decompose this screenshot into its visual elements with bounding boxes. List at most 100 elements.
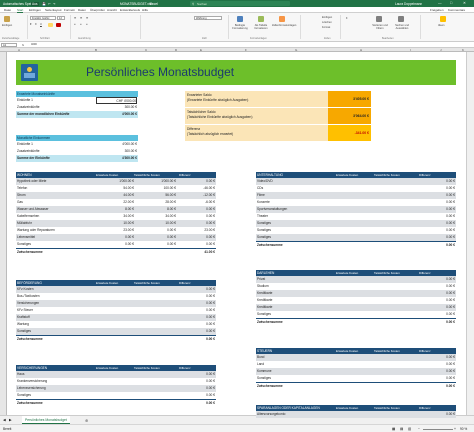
income-value[interactable]: CHF 4'000.00 [96,97,137,104]
column-header[interactable]: K [462,48,464,52]
formula-input[interactable]: 4000 [30,43,470,47]
zoom-slider[interactable] [423,428,453,430]
font-name-select[interactable]: Franklin Gothic [30,16,56,20]
expected-cost[interactable]: 8.00 € [96,206,134,213]
expected-cost[interactable]: 23.00 € [96,227,134,234]
fill-color-icon[interactable] [48,23,53,27]
autosum-icon[interactable]: Σ [346,17,348,20]
tab-ueberpruefen[interactable]: Überprüfen [90,8,105,12]
align-center-icon[interactable]: ≡ [80,23,82,26]
user-name[interactable]: Laura Doppelmann [395,2,422,6]
actual-cost[interactable]: 0.00 € [138,234,176,241]
expected-cost[interactable]: 1'000.00 € [96,178,134,185]
tab-formeln[interactable]: Formeln [64,8,75,12]
ideas-icon[interactable] [440,16,446,22]
close-icon[interactable]: ✕ [463,1,466,5]
column-header[interactable]: A [18,48,20,52]
align-bottom-icon[interactable]: ☰ [86,17,88,20]
actual-cost[interactable]: 34.00 € [138,213,176,220]
align-top-icon[interactable]: ☰ [74,17,76,20]
tab-datei[interactable]: Datei [4,8,11,12]
format-cells-button[interactable]: Format [322,26,330,29]
tab-daten[interactable]: Daten [78,8,86,12]
zoom-level[interactable]: 90 % [460,427,467,431]
income-value[interactable]: 4'300.00 € [96,155,137,162]
align-right-icon[interactable]: ≡ [86,23,88,26]
expected-cost[interactable]: 34.00 € [96,213,134,220]
cell-styles-icon[interactable] [279,16,285,22]
fx-icon[interactable]: fx [22,44,24,47]
insert-cells-button[interactable]: Einfügen [322,16,332,19]
column-header[interactable]: J [440,48,442,52]
balance-value[interactable]: 3'064.00 € [328,108,371,124]
bold-button[interactable]: F [30,23,32,26]
number-format-select[interactable]: Währung [194,16,222,20]
actual-cost[interactable]: 8.00 € [138,206,176,213]
actual-cost[interactable]: 28.00 € [138,199,176,206]
actual-cost[interactable]: 100.00 € [138,185,176,192]
vertical-scrollbar[interactable] [466,52,474,415]
zoom-out-icon[interactable]: − [418,427,420,431]
balance-value[interactable]: 3'405.00 € [328,91,371,107]
align-left-icon[interactable]: ≡ [74,23,76,26]
minimize-icon[interactable]: — [438,1,442,5]
income-value[interactable]: 300.00 € [96,148,137,155]
find-select-icon[interactable] [398,16,404,22]
income-value[interactable]: 4'000.00 € [96,111,137,118]
column-header[interactable]: G [295,48,297,52]
conditional-format-button[interactable]: Bedingte Formatierung [230,24,250,30]
add-sheet-icon[interactable]: ⊕ [85,418,88,423]
font-color-icon[interactable] [56,23,61,27]
tab-einfuegen[interactable]: Einfügen [29,8,41,12]
paste-icon[interactable] [4,16,10,22]
actual-cost[interactable]: 0.00 € [138,241,176,248]
underline-button[interactable]: U [40,23,42,26]
actual-cost[interactable]: 1'000.00 € [138,178,176,185]
redo-icon[interactable]: ↷ [53,2,56,6]
undo-icon[interactable]: ↶ [48,2,51,6]
italic-button[interactable]: K [35,23,37,26]
name-box[interactable]: A1 [1,43,17,47]
actual-cost[interactable]: 56.00 € [138,192,176,199]
expected-cost[interactable]: 0.00 € [96,234,134,241]
paste-button[interactable]: Einfügen [2,24,12,27]
normal-view-icon[interactable]: ▦ [392,427,395,431]
tab-seitenlayout[interactable]: Seitenlayout [45,8,62,12]
sort-filter-button[interactable]: Sortieren und Filtern [370,24,390,30]
page-break-icon[interactable]: ▥ [408,427,411,431]
column-header[interactable]: D [175,48,177,52]
column-header[interactable]: F [245,48,247,52]
maximize-icon[interactable]: □ [450,1,452,5]
column-header[interactable]: H [360,48,362,52]
cell-styles-button[interactable]: Zellenformatvorlagen [272,24,296,27]
expected-cost[interactable]: 54.00 € [96,185,134,192]
share-button[interactable]: Freigeben [430,8,444,12]
column-header[interactable]: C [145,48,147,52]
tab-ansicht[interactable]: Ansicht [107,8,117,12]
tab-hilfe[interactable]: Hilfe [142,8,148,12]
income-value[interactable]: 4'000.00 € [96,141,137,148]
format-as-table-button[interactable]: Als Tabelle formatieren [251,24,271,30]
comments-button[interactable]: Kommentare [448,8,465,12]
ideas-button[interactable]: Ideen [438,24,445,27]
actual-cost[interactable]: 0.00 € [138,227,176,234]
prev-sheet-icon[interactable]: ◀ [3,418,6,422]
sort-filter-icon[interactable] [376,16,382,22]
actual-cost[interactable]: 10.00 € [138,220,176,227]
delete-cells-button[interactable]: Löschen [322,21,332,24]
autosave-toggle[interactable]: Aus [31,1,39,6]
sheet-tab-active[interactable]: Persönliches Monatsbudget [22,416,70,424]
column-header[interactable]: I [410,48,411,52]
page-layout-icon[interactable]: ▤ [400,427,403,431]
find-select-button[interactable]: Suchen und Auswählen [392,24,412,30]
save-icon[interactable]: 💾 [42,2,46,6]
align-middle-icon[interactable]: ☰ [80,17,82,20]
format-as-table-icon[interactable] [258,16,264,22]
conditional-format-icon[interactable] [237,16,243,22]
column-header[interactable]: B [95,48,97,52]
expected-cost[interactable]: 22.00 € [96,199,134,206]
income-value[interactable]: 300.00 € [96,104,137,111]
tab-entwicklertools[interactable]: Entwicklertools [120,8,140,12]
search-input[interactable]: ⚲ Suchen [190,1,290,6]
next-sheet-icon[interactable]: ▶ [9,418,12,422]
